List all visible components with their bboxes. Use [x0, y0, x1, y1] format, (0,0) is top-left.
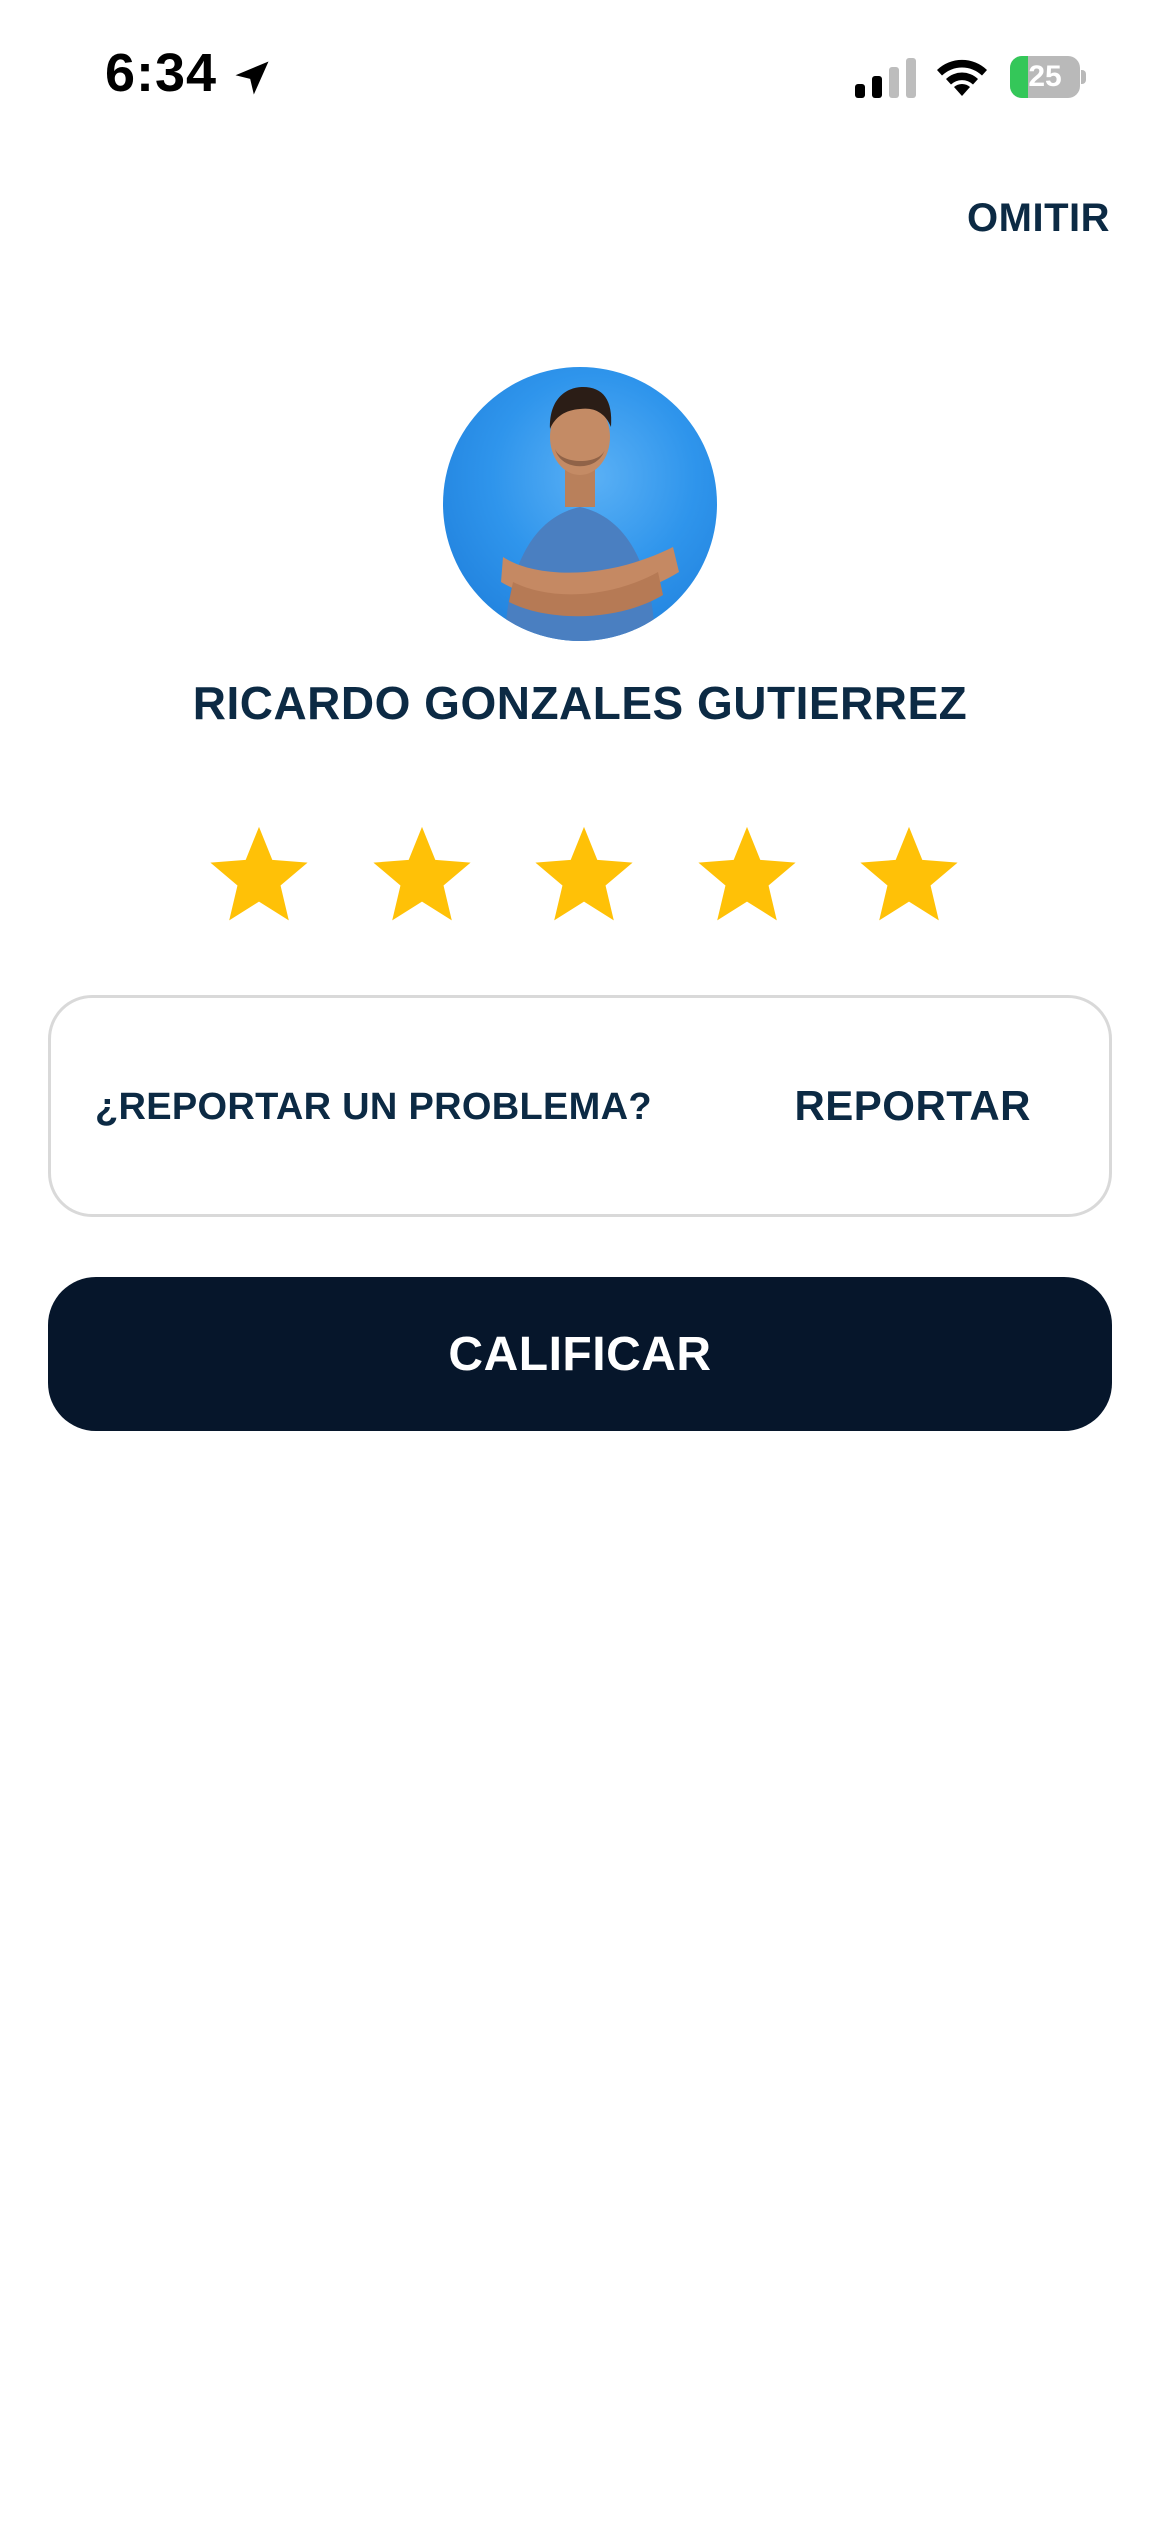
status-bar: 6:34 25	[0, 0, 1170, 150]
avatar-person-illustration	[501, 387, 679, 641]
star-2-icon[interactable]	[367, 820, 477, 930]
report-problem-label: ¿REPORTAR UN PROBLEMA?	[95, 1086, 652, 1128]
rate-button[interactable]: CALIFICAR	[48, 1277, 1112, 1431]
star-4-icon[interactable]	[692, 820, 802, 930]
star-5-icon[interactable]	[854, 820, 964, 930]
battery-level-text: 25	[1028, 60, 1062, 93]
avatar	[443, 367, 717, 641]
wifi-icon	[937, 59, 987, 96]
status-time: 6:34	[105, 43, 218, 103]
skip-button[interactable]: OMITIR	[967, 196, 1110, 241]
cellular-signal-icon	[855, 58, 916, 98]
star-rating	[204, 820, 964, 930]
battery-charging-icon: 25	[1010, 56, 1086, 98]
star-1-icon[interactable]	[204, 820, 314, 930]
star-3-icon[interactable]	[529, 820, 639, 930]
report-button[interactable]: REPORTAR	[794, 1082, 1031, 1130]
location-arrow-icon	[235, 61, 269, 95]
report-problem-card: ¿REPORTAR UN PROBLEMA? REPORTAR	[48, 995, 1112, 1217]
user-name: RICARDO GONZALES GUTIERREZ	[192, 677, 968, 729]
